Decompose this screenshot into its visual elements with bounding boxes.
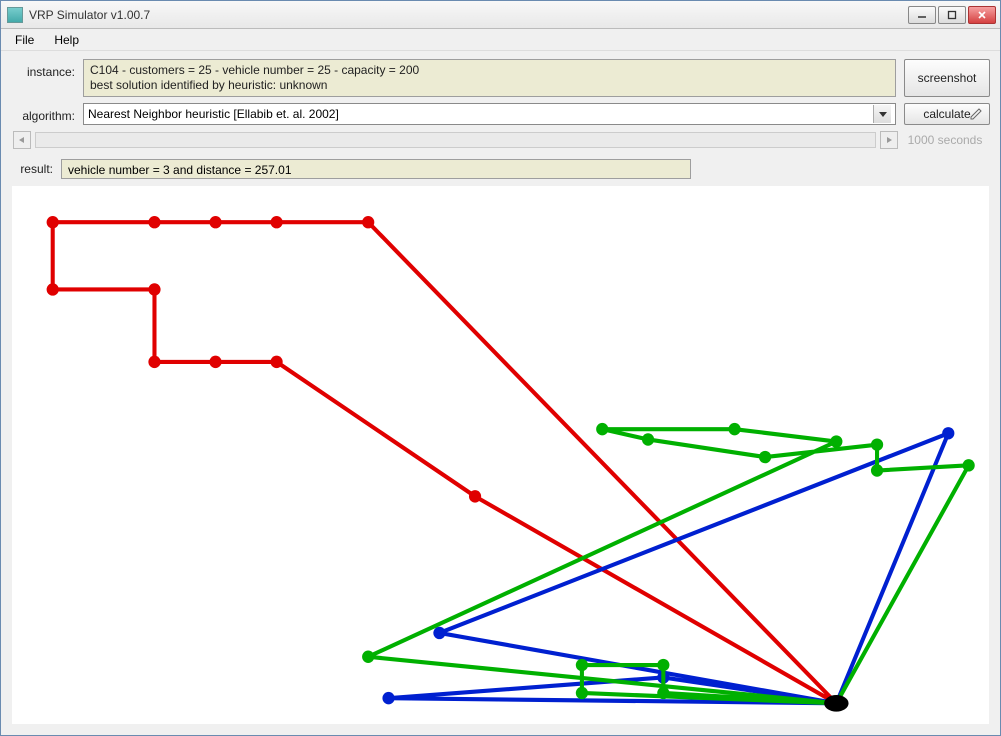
customer-node bbox=[469, 490, 481, 502]
customer-node bbox=[270, 356, 282, 368]
customer-node bbox=[148, 216, 160, 228]
window-title: VRP Simulator v1.00.7 bbox=[29, 8, 908, 22]
customer-node bbox=[657, 687, 669, 699]
close-button[interactable] bbox=[968, 6, 996, 24]
customer-node bbox=[728, 423, 740, 435]
triangle-left-icon bbox=[18, 136, 26, 144]
customer-node bbox=[270, 216, 282, 228]
customer-node bbox=[362, 216, 374, 228]
close-icon bbox=[977, 10, 987, 20]
customer-node bbox=[576, 659, 588, 671]
route-canvas bbox=[11, 185, 990, 725]
customer-node bbox=[47, 216, 59, 228]
customer-node bbox=[642, 433, 654, 445]
result-row: result: vehicle number = 3 and distance … bbox=[1, 153, 1000, 185]
depot-node bbox=[824, 695, 848, 712]
customer-node bbox=[596, 423, 608, 435]
customer-node bbox=[209, 356, 221, 368]
customer-node bbox=[47, 283, 59, 295]
instance-row: instance: C104 - customers = 25 - vehicl… bbox=[11, 59, 990, 97]
scroll-left-button[interactable] bbox=[13, 131, 31, 149]
menu-file[interactable]: File bbox=[7, 31, 42, 49]
menu-help[interactable]: Help bbox=[46, 31, 87, 49]
result-box: vehicle number = 3 and distance = 257.01 bbox=[61, 159, 691, 179]
minimize-icon bbox=[917, 10, 927, 20]
scroll-right-button[interactable] bbox=[880, 131, 898, 149]
customer-node bbox=[830, 435, 842, 447]
customer-node bbox=[657, 659, 669, 671]
screenshot-label: screenshot bbox=[918, 71, 977, 85]
customer-node bbox=[148, 283, 160, 295]
algorithm-select[interactable]: Nearest Neighbor heuristic [Ellabib et. … bbox=[83, 103, 896, 125]
pencil-icon bbox=[969, 107, 983, 121]
calculate-label: calculate bbox=[923, 107, 970, 121]
tool-area: instance: C104 - customers = 25 - vehicl… bbox=[1, 51, 1000, 153]
customer-node bbox=[871, 438, 883, 450]
customer-node bbox=[433, 627, 445, 639]
instance-line2: best solution identified by heuristic: u… bbox=[90, 78, 889, 93]
customer-node bbox=[576, 687, 588, 699]
titlebar: VRP Simulator v1.00.7 bbox=[1, 1, 1000, 29]
triangle-right-icon bbox=[885, 136, 893, 144]
time-scroll-row: 1000 seconds bbox=[11, 131, 990, 149]
instance-info: C104 - customers = 25 - vehicle number =… bbox=[83, 59, 896, 97]
customer-node bbox=[362, 651, 374, 663]
customer-node bbox=[148, 356, 160, 368]
dropdown-button[interactable] bbox=[873, 105, 891, 123]
maximize-button[interactable] bbox=[938, 6, 966, 24]
route-plot bbox=[12, 186, 989, 724]
customer-node bbox=[942, 427, 954, 439]
customer-node bbox=[871, 464, 883, 476]
screenshot-button[interactable]: screenshot bbox=[904, 59, 990, 97]
algorithm-row: algorithm: Nearest Neighbor heuristic [E… bbox=[11, 103, 990, 125]
algorithm-selected: Nearest Neighbor heuristic [Ellabib et. … bbox=[88, 107, 873, 121]
algorithm-label: algorithm: bbox=[11, 103, 75, 125]
customer-node bbox=[759, 451, 771, 463]
customer-node bbox=[382, 692, 394, 704]
customer-node bbox=[963, 459, 975, 471]
calculate-button[interactable]: calculate bbox=[904, 103, 990, 125]
instance-label: instance: bbox=[11, 59, 75, 97]
app-window: VRP Simulator v1.00.7 File Help instance… bbox=[0, 0, 1001, 736]
chevron-down-icon bbox=[878, 109, 888, 119]
window-buttons bbox=[908, 6, 996, 24]
result-label: result: bbox=[11, 162, 53, 176]
time-scroll-track[interactable] bbox=[35, 132, 876, 148]
app-icon bbox=[7, 7, 23, 23]
customer-node bbox=[209, 216, 221, 228]
instance-line1: C104 - customers = 25 - vehicle number =… bbox=[90, 63, 889, 78]
maximize-icon bbox=[947, 10, 957, 20]
time-label: 1000 seconds bbox=[902, 133, 988, 147]
minimize-button[interactable] bbox=[908, 6, 936, 24]
menubar: File Help bbox=[1, 29, 1000, 51]
